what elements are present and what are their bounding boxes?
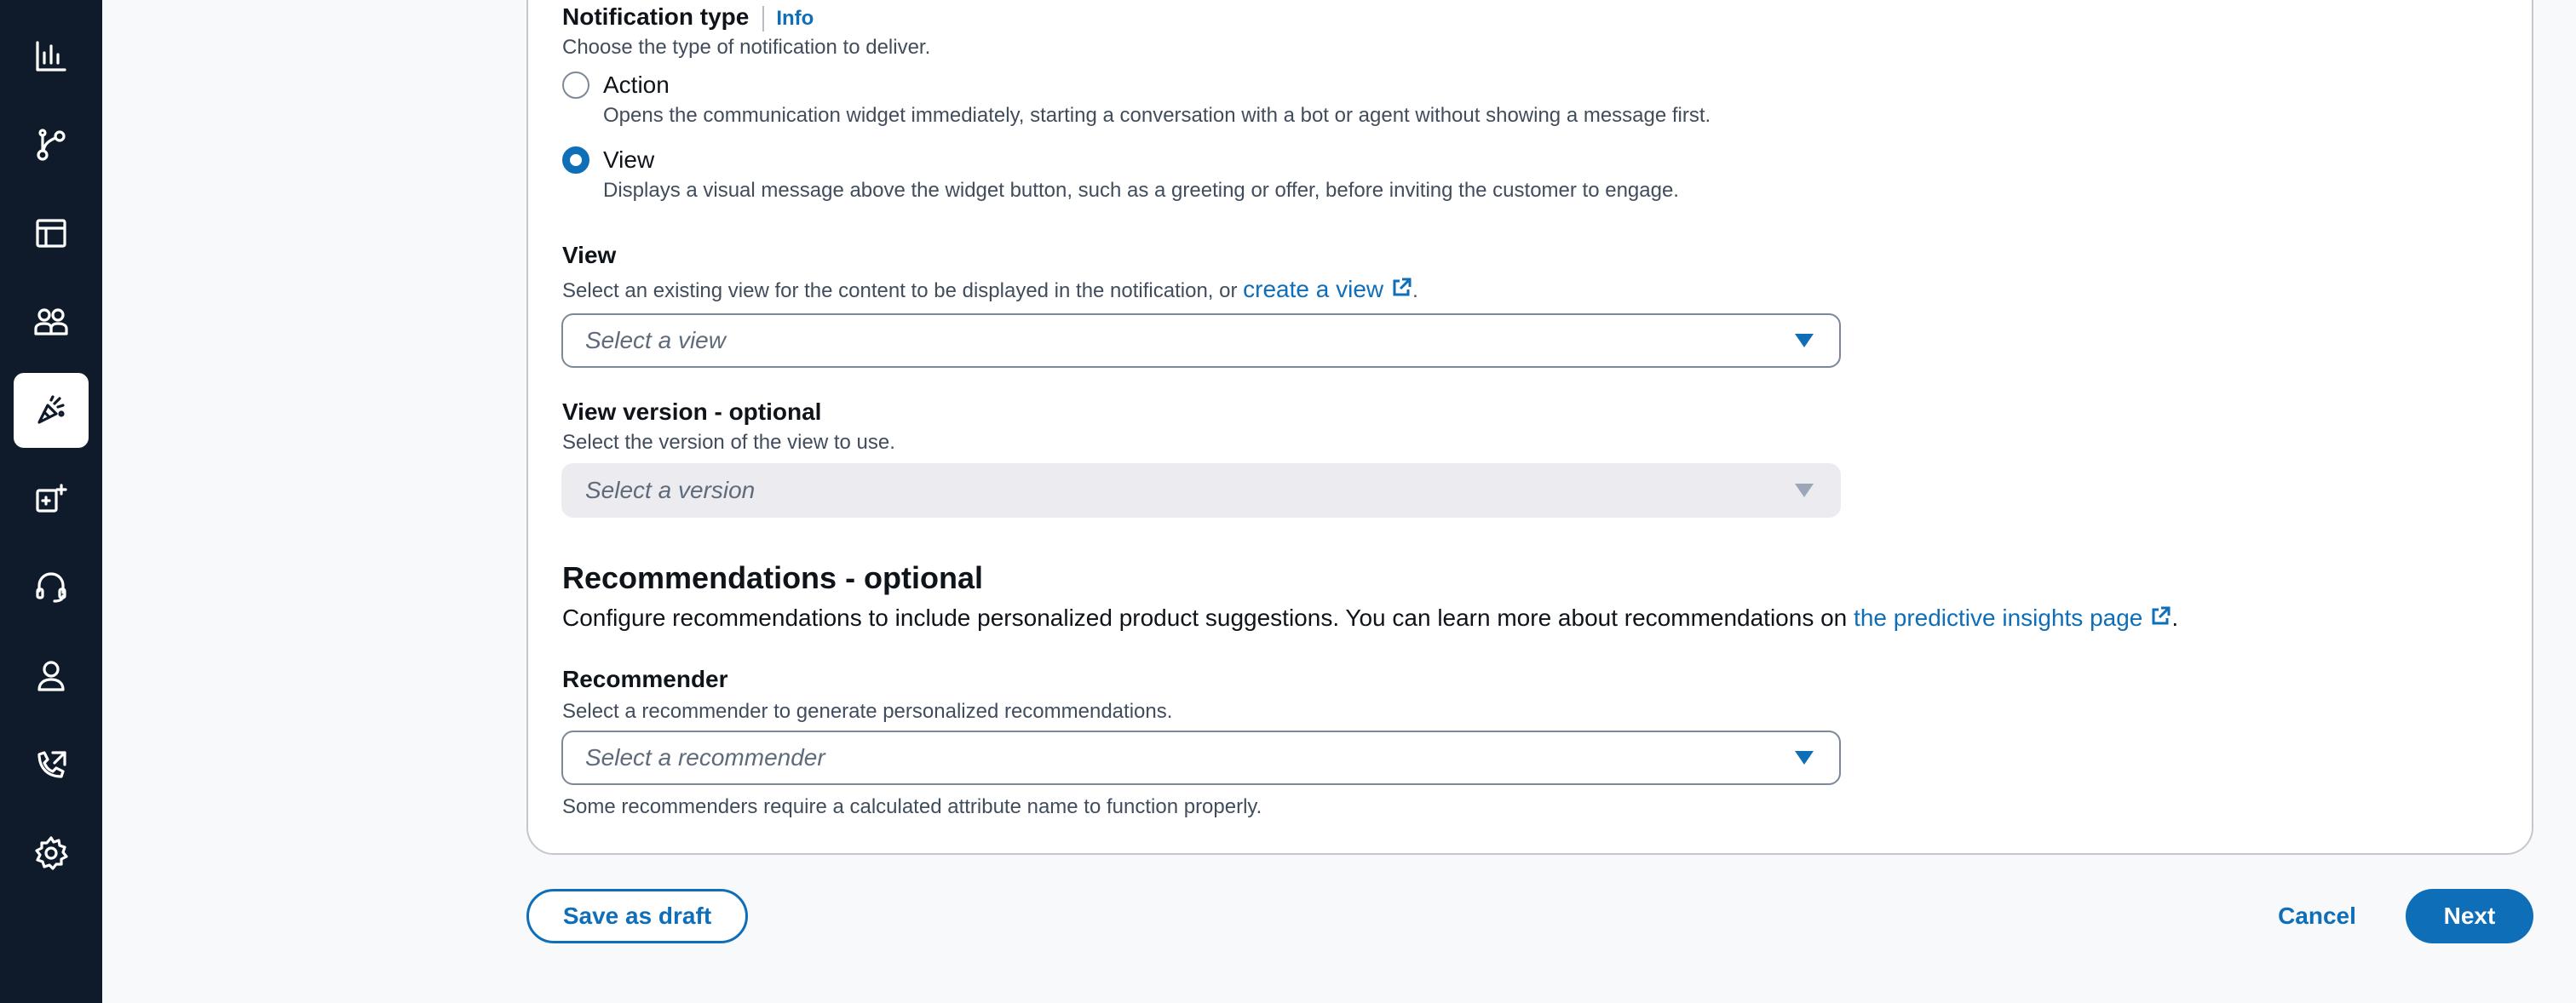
view-version-placeholder: Select a version <box>585 477 756 503</box>
view-description-suffix: . <box>1412 279 1418 302</box>
headset-icon <box>36 572 66 603</box>
flows-nav-button[interactable] <box>14 107 89 182</box>
routing-nav-button[interactable] <box>14 727 89 802</box>
external-link-icon <box>1393 278 1412 296</box>
external-link-icon <box>2152 606 2171 625</box>
flow-icon <box>37 129 66 161</box>
analytics-nav-button[interactable] <box>14 19 89 94</box>
notification-type-label: Notification type <box>562 3 750 30</box>
users-nav-button[interactable] <box>14 639 89 714</box>
settings-icon <box>35 836 68 870</box>
form-card <box>526 0 2533 855</box>
recommender-label: Recommender <box>562 666 728 692</box>
recommendations-description-text: Configure recommendations to include per… <box>562 605 1854 631</box>
view-description-text: Select an existing view for the content … <box>562 279 1244 302</box>
view-version-description: Select the version of the view to use. <box>562 431 895 454</box>
table-icon <box>36 219 66 248</box>
view-version-select: Select a version <box>561 463 1841 518</box>
action-radio-description: Opens the communication widget immediate… <box>603 104 1711 127</box>
left-nav-rail <box>0 0 102 1003</box>
settings-nav-button[interactable] <box>14 816 89 891</box>
users-icon <box>34 308 68 335</box>
notification-type-info-link[interactable]: Info <box>776 7 814 30</box>
caret-down-icon <box>1795 751 1814 765</box>
view-version-label: View version - optional <box>562 398 822 425</box>
view-label: View <box>562 242 617 268</box>
predictive-insights-link-text: the predictive insights page <box>1854 605 2143 631</box>
tables-nav-button[interactable] <box>14 196 89 271</box>
caret-down-icon <box>1795 334 1814 347</box>
action-radio[interactable] <box>562 72 589 99</box>
recommender-select[interactable]: Select a recommender <box>561 731 1841 785</box>
bar-chart-icon <box>36 41 66 72</box>
create-view-link-text: create a view <box>1243 276 1384 302</box>
user-icon <box>37 661 65 691</box>
view-select[interactable]: Select a view <box>561 313 1841 368</box>
save-as-draft-button[interactable]: Save as draft <box>526 889 748 943</box>
phone-routing-icon <box>37 751 66 778</box>
recommendations-heading: Recommendations - optional <box>562 560 984 595</box>
recommender-hint: Some recommenders require a calculated a… <box>562 795 1262 818</box>
view-radio-description: Displays a visual message above the widg… <box>603 179 1679 202</box>
megaphone-icon <box>37 395 65 424</box>
action-radio-label[interactable]: Action <box>603 72 670 99</box>
notification-type-description: Choose the type of notification to deliv… <box>562 36 931 59</box>
create-view-link[interactable]: create a view <box>1243 276 1412 302</box>
notification-type-section: Notification type Info <box>562 3 814 32</box>
next-button[interactable]: Next <box>2406 889 2533 943</box>
info-divider <box>762 5 765 32</box>
recommendations-description: Configure recommendations to include per… <box>562 605 2178 632</box>
cancel-button[interactable]: Cancel <box>2266 889 2368 943</box>
predictive-insights-link[interactable]: the predictive insights page <box>1854 605 2171 631</box>
view-radio-label[interactable]: View <box>603 146 654 174</box>
agent-workspace-nav-button[interactable] <box>14 550 89 625</box>
add-widget-icon <box>36 484 67 513</box>
recommender-select-placeholder: Select a recommender <box>585 744 825 771</box>
campaigns-nav-button[interactable] <box>14 373 89 448</box>
recommendations-description-suffix: . <box>2171 605 2179 631</box>
recommender-description: Select a recommender to generate persona… <box>562 700 1173 723</box>
view-radio[interactable] <box>562 146 589 174</box>
view-description: Select an existing view for the content … <box>562 276 1418 303</box>
widgets-nav-button[interactable] <box>14 461 89 536</box>
caret-down-icon <box>1795 484 1814 497</box>
view-select-placeholder: Select a view <box>585 327 726 353</box>
segments-nav-button[interactable] <box>14 284 89 359</box>
